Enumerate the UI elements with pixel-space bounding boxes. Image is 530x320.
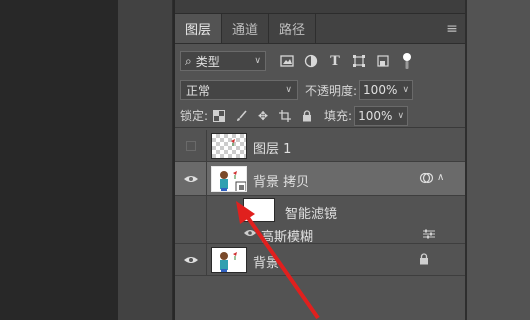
blend-mode-select[interactable]: 正常 ∨ — [180, 80, 298, 100]
layer-name: 图层 1 — [253, 142, 292, 157]
panel-tabs: 图层 通道 路径 ≡ — [175, 14, 465, 44]
adjustment-layer-filter-icon[interactable] — [300, 51, 322, 71]
layer-row-selected[interactable]: 背景 拷贝 ∧ — [175, 162, 465, 196]
visibility-toggle[interactable] — [175, 130, 207, 161]
layer-thumbnail — [211, 247, 247, 273]
tab-paths[interactable]: 路径 — [269, 14, 317, 43]
filter-options-icon[interactable] — [422, 228, 436, 242]
filter-eye-icon[interactable] — [243, 227, 257, 241]
filter-name[interactable]: 高斯模糊 — [261, 226, 313, 245]
chevron-down-icon: ∨ — [402, 85, 410, 95]
collapse-chevron-icon[interactable]: ∧ — [437, 172, 444, 183]
chevron-down-icon: ∨ — [397, 110, 405, 121]
chevron-down-icon: ∨ — [285, 85, 292, 95]
opacity-field[interactable]: 100% ∨ — [359, 80, 414, 100]
filter-kind-label: 类型 — [195, 54, 220, 69]
lock-row: 锁定: ✥ 填充: 100% ∨ — [175, 104, 465, 128]
brush-icon[interactable] — [230, 106, 252, 126]
filter-mask-thumbnail[interactable] — [243, 198, 275, 222]
layers-panel: 图层 通道 路径 ≡ ⌕ 类型 ∨ T 正常 ∨ 不透明度: 100% ∨ 锁定… — [175, 0, 465, 320]
chevron-down-icon: ∨ — [254, 56, 261, 66]
lock-icon[interactable] — [296, 106, 318, 126]
lock-transparent-pixels-icon[interactable] — [208, 106, 230, 126]
opacity-label: 不透明度: — [305, 83, 358, 98]
fill-field[interactable]: 100% ∨ — [354, 105, 409, 126]
layers-empty-area — [175, 276, 465, 320]
blend-row: 正常 ∨ 不透明度: 100% ∨ — [175, 78, 465, 102]
pixel-layer-filter-icon[interactable] — [276, 51, 298, 71]
smart-filter-label: 智能滤镜 — [285, 207, 338, 222]
tab-layers[interactable]: 图层 — [175, 14, 223, 43]
lock-icon[interactable] — [419, 253, 429, 268]
layer-row[interactable]: 图层 1 — [175, 130, 465, 162]
smart-object-filter-icon[interactable] — [372, 51, 394, 71]
smart-filter-badge-icon[interactable] — [419, 171, 434, 188]
side-panel-strip — [118, 0, 173, 320]
layer-name: 背景 拷贝 — [253, 175, 310, 190]
layer-thumbnail — [211, 166, 247, 192]
fill-label: 填充: — [324, 109, 353, 123]
opacity-value: 100% — [363, 83, 398, 97]
layer-thumbnail — [211, 133, 247, 159]
layer-name: 背景 — [253, 256, 280, 271]
layer-row[interactable]: 背景 — [175, 244, 465, 276]
type-layer-filter-icon[interactable]: T — [324, 51, 346, 71]
search-icon: ⌕ — [185, 53, 192, 68]
crop-icon[interactable] — [274, 106, 296, 126]
lock-label: 锁定: — [180, 109, 209, 123]
visibility-toggle[interactable] — [175, 244, 207, 275]
blend-mode-value: 正常 — [186, 83, 211, 98]
visibility-toggle[interactable] — [175, 162, 207, 195]
canvas-area — [0, 0, 118, 320]
move-icon[interactable]: ✥ — [252, 106, 274, 126]
right-panel-strip — [467, 0, 530, 320]
filter-kind-select[interactable]: ⌕ 类型 ∨ — [180, 51, 266, 71]
filter-row: ⌕ 类型 ∨ T — [175, 48, 465, 74]
panel-top-strip — [175, 0, 465, 14]
tab-channels[interactable]: 通道 — [222, 14, 270, 43]
panel-menu-icon[interactable]: ≡ — [439, 14, 465, 43]
shape-layer-filter-icon[interactable] — [348, 51, 370, 71]
filter-toggle-icon[interactable] — [396, 51, 418, 71]
fill-value: 100% — [358, 108, 393, 123]
smart-filter-group: 智能滤镜 高斯模糊 — [175, 196, 465, 245]
